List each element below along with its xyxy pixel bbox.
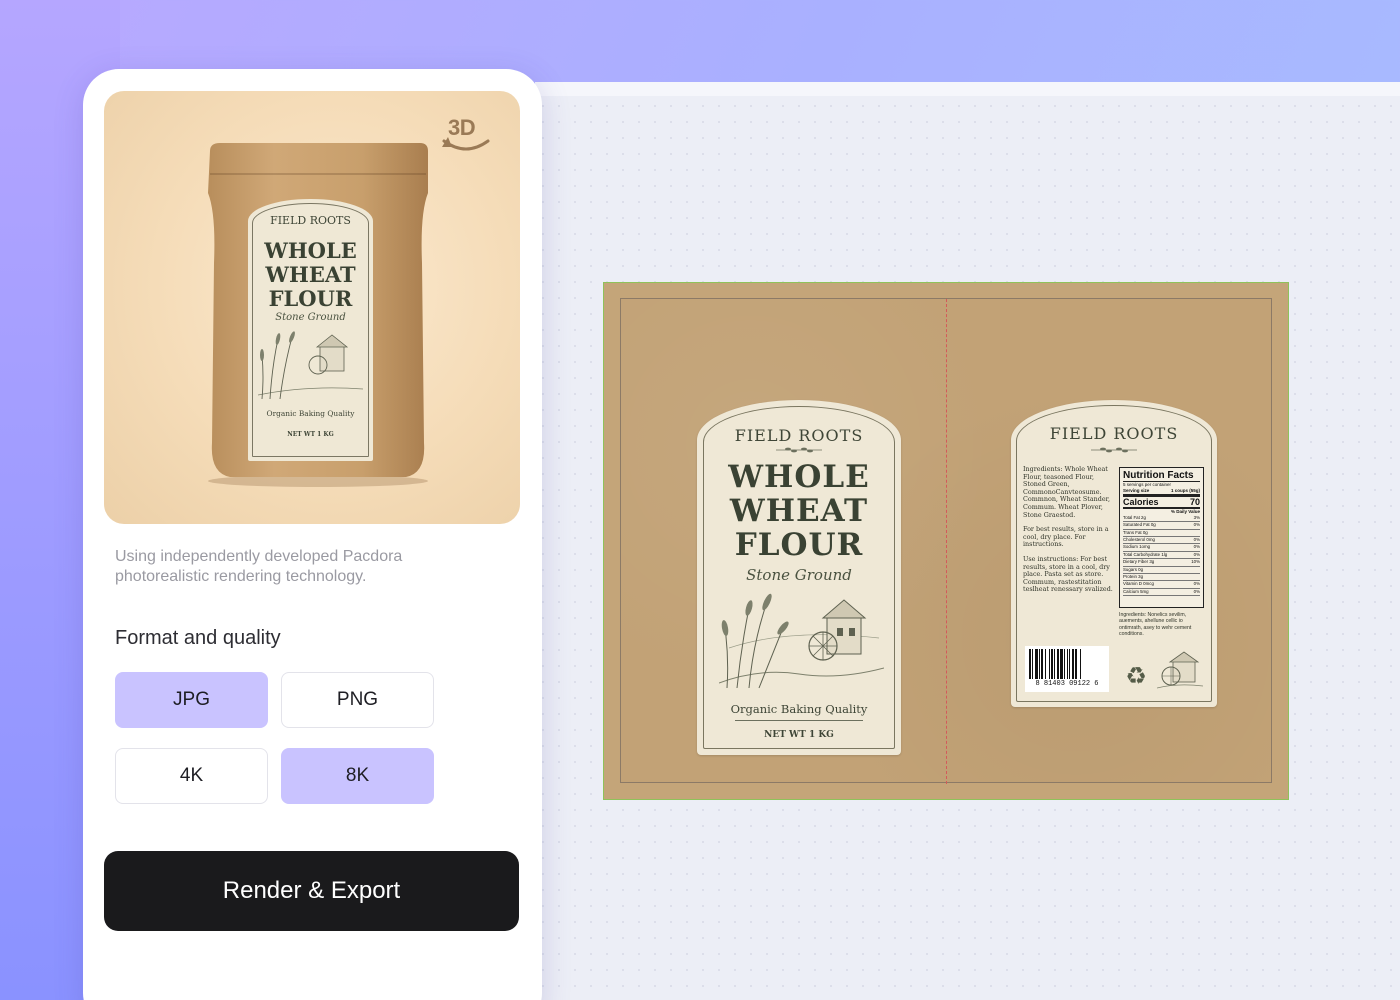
nutrition-row: Dietary Fiber 3g 10% [1123,559,1200,567]
divider [735,720,863,721]
front-label-subtitle: Stone Ground [746,566,852,584]
mill-illustration [1157,651,1203,689]
leaf-sprig-icon [1091,447,1137,453]
back-label-text: Ingredients: Whole Wheat Flour, teasoned… [1023,465,1113,601]
calories-label: Calories [1123,497,1159,508]
back-ingredients-note: Ingredients: Nonelics sevilim, auements,… [1119,612,1192,637]
nutrient-name: Total Fat 2g [1123,514,1146,520]
nutrition-row: Trans Fat 0g [1123,530,1200,537]
wheat-mill-illustration [258,331,363,400]
back-label[interactable]: FIELD ROOTS Ingredients: Whole Wheat Flo… [1011,400,1217,707]
nutrient-name: Trans Fat 0g [1123,529,1148,535]
title-line: WHOLE [264,238,357,263]
nutrition-row: Calcium 5mg 0% [1123,588,1200,597]
front-label-title: WHOLE WHEAT FLOUR [697,460,901,562]
render-preview[interactable]: 3D FIELD ROOTS WHOLE WHEAT FLOUR Stone G… [104,91,520,524]
title-line: WHEAT [729,493,869,529]
rotate-3d-icon[interactable]: 3D [440,115,492,155]
nutrient-name: Cholesterol 0mg [1123,537,1155,542]
dieline-flat-view[interactable]: FIELD ROOTS WHOLE WHEAT FLOUR Stone Grou… [603,282,1289,800]
nutrition-calories: Calories 70 [1123,494,1200,510]
title-line: FLOUR [268,286,353,311]
nutrition-row: Cholesterol 0mg 0% [1123,537,1200,545]
nutrition-serving-size: Serving size 1 coups (55g) [1123,488,1200,494]
nutrient-dv: 0% [1193,544,1200,550]
nutrient-dv: 3% [1193,514,1200,520]
pouch-label: FIELD ROOTS WHOLE WHEAT FLOUR Stone Grou… [248,199,373,461]
front-label[interactable]: FIELD ROOTS WHOLE WHEAT FLOUR Stone Grou… [697,400,901,755]
nutrition-row: Sugars 0g [1123,566,1200,575]
back-paragraph: Ingredients: Whole Wheat Flour, teasoned… [1023,465,1111,519]
nutrient-name: Protein 3g [1123,574,1144,580]
pouch-quality: Organic Baking Quality [266,409,355,418]
recycle-icon: ♻ [1125,662,1147,690]
nutrition-row: Protein 3g [1123,574,1200,582]
nutrient-dv: 0% [1193,551,1200,557]
leaf-sprig-icon [776,447,822,453]
nutrient-dv: 0% [1193,588,1200,594]
nutrient-name: Calcium 5mg [1123,588,1149,594]
nutrition-row: Total Fat 2g 3% [1123,514,1200,523]
nutrient-dv: 10% [1191,559,1200,565]
format-quality-title: Format and quality [115,627,281,649]
nutrient-name: Sugars 0g [1123,566,1144,572]
front-label-quality: Organic Baking Quality [730,702,868,716]
pouch-net-weight: NET WT 1 KG [287,431,334,438]
format-option-png[interactable]: PNG [281,672,434,728]
render-description: Using independently developed Pacdora ph… [115,548,403,585]
back-paragraph: Use instructions: For best results, stor… [1023,554,1113,594]
pouch-brand: FIELD ROOTS [270,214,351,227]
serving-size-value: 1 coups (55g) [1170,487,1200,493]
pouch-subtitle: Stone Ground [275,312,346,323]
calories-value: 70 [1189,497,1200,508]
nutrition-rows: Total Fat 2g 3% Saturated Fat 0g 0% Trans Fa… [1123,514,1200,597]
nutrient-dv: 0% [1193,522,1200,528]
back-paragraph: For best results, store in a cool, dry p… [1023,525,1109,549]
title-line: WHEAT [265,262,356,287]
serving-size-label: Serving size [1123,487,1150,493]
workspace-topbar [535,82,1400,96]
nutrition-row: Total Carbohydrate 1lg 0% [1123,551,1200,560]
render-export-button[interactable]: Render & Export [104,851,519,931]
dieline-panel: FIELD ROOTS WHOLE WHEAT FLOUR Stone Grou… [620,298,1272,784]
nutrient-name: Vitamin D 0mcg [1123,581,1154,587]
nutrition-facts-panel: Nutrition Facts 5 servings per container… [1119,467,1204,608]
format-option-jpg[interactable]: JPG [115,672,268,728]
nutrient-name: Total Carbohydrate 1lg [1123,551,1168,557]
rotate-arrow-icon [442,137,490,151]
nutrition-row: Sodium 1omg 0% [1123,544,1200,552]
title-line: WHOLE [728,459,870,495]
barcode-number: 8 81403 09122 6 [1035,680,1099,688]
wheat-mill-illustration [719,593,884,689]
quality-option-8k[interactable]: 8K [281,748,434,804]
title-line: FLOUR [734,527,864,563]
nutrition-row: Saturated Fat 0g 0% [1123,522,1200,530]
pouch-title: WHOLE WHEAT FLOUR [248,239,373,311]
front-label-brand: FIELD ROOTS [734,426,864,445]
quality-option-4k[interactable]: 4K [115,748,268,804]
nutrition-row: Vitamin D 0mcg 0% [1123,581,1200,589]
nutrient-dv: 0% [1193,581,1200,587]
front-label-net-weight: NET WT 1 KG [764,730,834,740]
fold-line [946,299,947,784]
nutrition-title: Nutrition Facts [1123,470,1200,482]
barcode-bars [1029,649,1105,679]
export-panel: 3D FIELD ROOTS WHOLE WHEAT FLOUR Stone G… [83,69,542,1000]
barcode: 8 81403 09122 6 [1025,646,1109,692]
nutrient-dv: 0% [1193,537,1200,542]
nutrient-name: Sodium 1omg [1123,544,1151,550]
nutrient-name: Saturated Fat 0g [1123,522,1156,528]
back-label-brand: FIELD ROOTS [1049,424,1179,443]
nutrient-name: Dietary Fiber 3g [1123,559,1155,565]
